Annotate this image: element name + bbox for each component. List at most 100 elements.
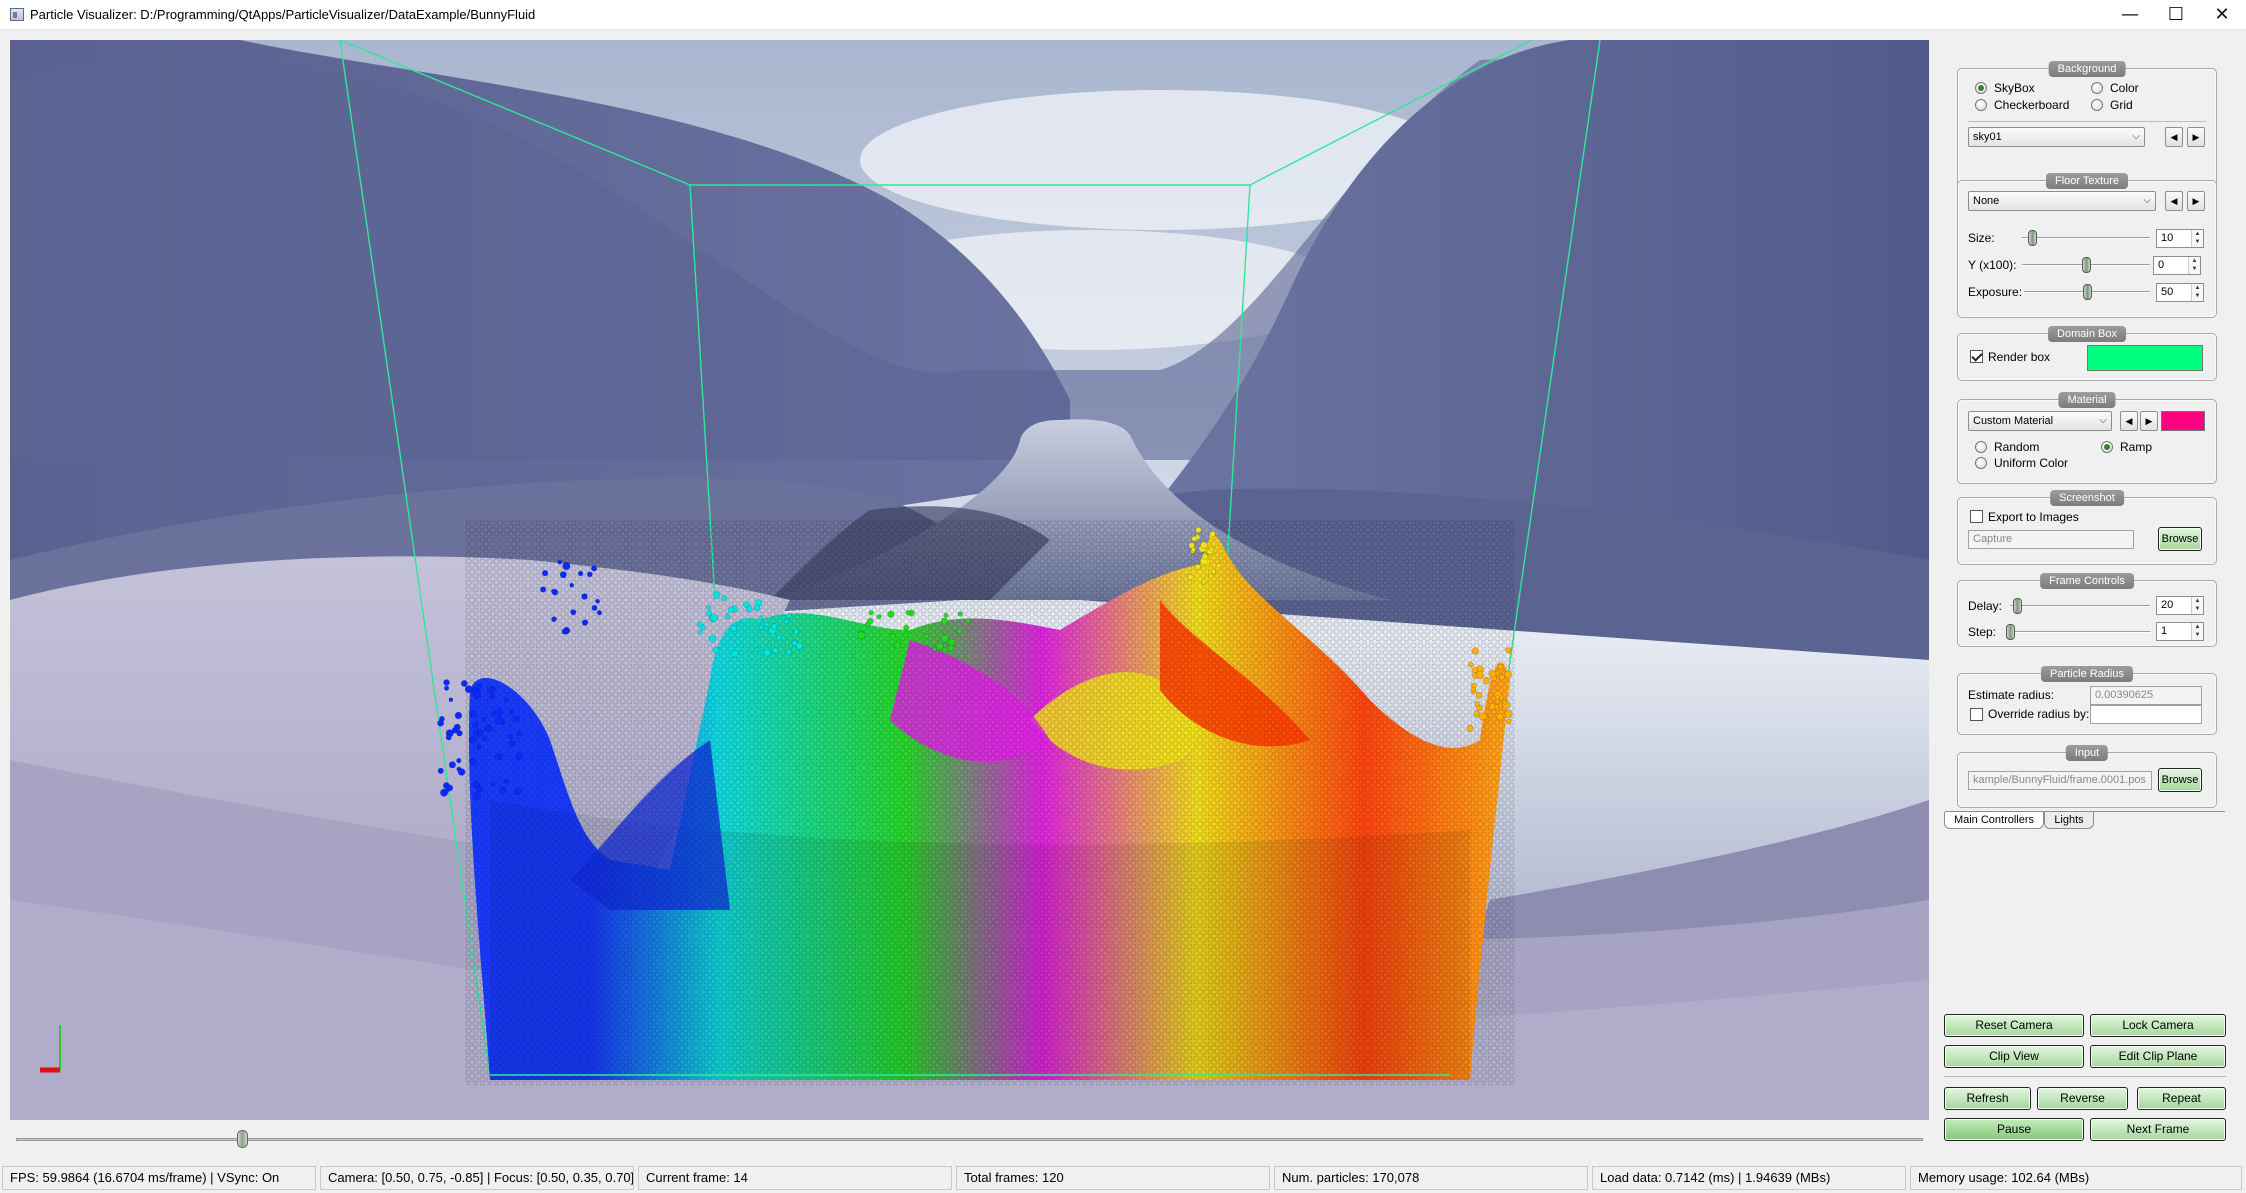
lock-camera-button[interactable]: Lock Camera: [2090, 1014, 2226, 1037]
floor-texture-select[interactable]: None ⌵: [1968, 191, 2156, 211]
splash-particle: [515, 752, 524, 761]
splash-particle: [754, 647, 760, 653]
spin-arrows[interactable]: ▲ ▼: [2191, 623, 2203, 640]
exposure-value: 50: [2161, 286, 2174, 298]
reset-camera-button[interactable]: Reset Camera: [1944, 1014, 2084, 1037]
step-slider[interactable]: [2006, 624, 2150, 640]
splash-particle: [932, 646, 938, 652]
splash-particle: [1191, 535, 1198, 542]
edit-clip-plane-button[interactable]: Edit Clip Plane: [2090, 1045, 2226, 1068]
spin-arrows[interactable]: ▲ ▼: [2191, 597, 2203, 614]
splash-particle: [1478, 712, 1487, 721]
size-slider[interactable]: [2022, 230, 2150, 246]
refresh-button[interactable]: Refresh: [1944, 1087, 2031, 1110]
material-color-button[interactable]: [2161, 411, 2205, 431]
material-group: Material Custom Material ⌵ ◀ ▶ Random Ram…: [1957, 392, 2217, 484]
reverse-button[interactable]: Reverse: [2037, 1087, 2128, 1110]
next-frame-button[interactable]: Next Frame: [2090, 1118, 2226, 1141]
scene-canvas[interactable]: [10, 40, 1929, 1120]
splash-particle: [516, 730, 522, 737]
repeat-button[interactable]: Repeat: [2137, 1087, 2226, 1110]
color-radio[interactable]: [2091, 82, 2103, 94]
y-offset-slider[interactable]: [2022, 257, 2150, 273]
num-particles-status: Num. particles: 170,078: [1274, 1166, 1588, 1190]
splash-particle: [591, 604, 598, 611]
pause-button[interactable]: Pause: [1944, 1118, 2084, 1141]
slider-knob[interactable]: [2013, 598, 2022, 614]
maximize-button[interactable]: ☐: [2153, 0, 2199, 30]
splash-particle: [469, 736, 477, 744]
material-prev-button[interactable]: ◀: [2120, 411, 2138, 431]
tab-lights[interactable]: Lights: [2044, 812, 2094, 829]
splash-particle: [727, 606, 735, 613]
grid-radio[interactable]: [2091, 99, 2103, 111]
skybox-prev-button[interactable]: ◀: [2165, 127, 2183, 147]
splash-particle: [947, 638, 956, 646]
splash-particle: [868, 610, 874, 616]
tab-main-controllers[interactable]: Main Controllers: [1944, 812, 2044, 829]
capture-path-field[interactable]: Capture: [1968, 530, 2134, 549]
uniform-color-radio[interactable]: [1975, 457, 1987, 469]
slider-knob[interactable]: [2082, 257, 2091, 273]
screenshot-browse-button[interactable]: Browse: [2158, 527, 2202, 551]
splash-particle: [1498, 674, 1505, 681]
ramp-radio[interactable]: [2101, 441, 2113, 453]
input-path-field[interactable]: kample/BunnyFluid/frame.0001.pos: [1968, 771, 2152, 790]
splash-particle: [706, 605, 712, 611]
close-button[interactable]: ✕: [2199, 0, 2245, 30]
delay-spinbox[interactable]: 20 ▲ ▼: [2156, 596, 2204, 615]
splash-particle: [476, 744, 482, 750]
random-label: Random: [1994, 440, 2040, 454]
input-browse-button[interactable]: Browse: [2158, 768, 2202, 792]
uniform-color-label: Uniform Color: [1994, 456, 2069, 470]
splash-particle: [448, 697, 454, 703]
skybox-texture-select[interactable]: sky01 ⌵: [1968, 127, 2145, 147]
splash-particle: [481, 716, 487, 723]
random-radio[interactable]: [1975, 441, 1987, 453]
material-next-button[interactable]: ▶: [2140, 411, 2158, 431]
splash-particle: [1215, 563, 1222, 569]
skybox-radio[interactable]: [1975, 82, 1987, 94]
delay-slider[interactable]: [2010, 598, 2150, 614]
checkerboard-radio[interactable]: [1975, 99, 1987, 111]
domain-box-color-button[interactable]: [2087, 345, 2203, 371]
exposure-slider[interactable]: [2024, 284, 2150, 300]
export-images-checkbox[interactable]: [1970, 510, 1983, 523]
override-radius-checkbox[interactable]: [1970, 708, 1983, 721]
clip-view-button[interactable]: Clip View: [1944, 1045, 2084, 1068]
splash-particle: [445, 734, 452, 741]
slider-knob[interactable]: [2006, 624, 2015, 640]
override-radius-field[interactable]: [2090, 705, 2202, 724]
floor-next-button[interactable]: ▶: [2187, 191, 2205, 211]
step-spinbox[interactable]: 1 ▲ ▼: [2156, 622, 2204, 641]
minimize-button[interactable]: —: [2107, 0, 2153, 30]
render-box-checkbox[interactable]: [1970, 350, 1983, 363]
spin-arrows[interactable]: ▲ ▼: [2188, 257, 2200, 274]
frame-slider[interactable]: [10, 1130, 1929, 1148]
slider-knob[interactable]: [2028, 230, 2037, 246]
render-viewport[interactable]: [10, 40, 1929, 1120]
frame-slider-groove[interactable]: [16, 1138, 1923, 1141]
splash-particle: [569, 582, 575, 588]
floor-texture-group-title: Floor Texture: [2046, 173, 2128, 189]
splash-particle: [494, 707, 503, 716]
screenshot-group: Screenshot Export to Images Capture Brow…: [1957, 490, 2217, 565]
load-data-status: Load data: 0.7142 (ms) | 1.94639 (MBs): [1592, 1166, 1906, 1190]
material-select[interactable]: Custom Material ⌵: [1968, 411, 2112, 431]
slider-knob[interactable]: [2083, 284, 2092, 300]
y-offset-spinbox[interactable]: 0 ▲ ▼: [2153, 256, 2201, 275]
floor-prev-button[interactable]: ◀: [2165, 191, 2183, 211]
spin-arrows[interactable]: ▲ ▼: [2191, 284, 2203, 301]
splash-particle: [503, 697, 509, 703]
size-spinbox[interactable]: 10 ▲ ▼: [2156, 229, 2204, 248]
particle-radius-group: Particle Radius Estimate radius: 0.00390…: [1957, 666, 2217, 735]
exposure-spinbox[interactable]: 50 ▲ ▼: [2156, 283, 2204, 302]
skybox-next-button[interactable]: ▶: [2187, 127, 2205, 147]
splash-particle: [1475, 691, 1483, 699]
frame-slider-handle[interactable]: [237, 1130, 248, 1148]
app-window-icon: [10, 8, 24, 21]
spin-arrows[interactable]: ▲ ▼: [2191, 230, 2203, 247]
splash-particle: [763, 621, 769, 627]
splash-particle: [965, 618, 971, 623]
splash-particle: [586, 571, 593, 578]
